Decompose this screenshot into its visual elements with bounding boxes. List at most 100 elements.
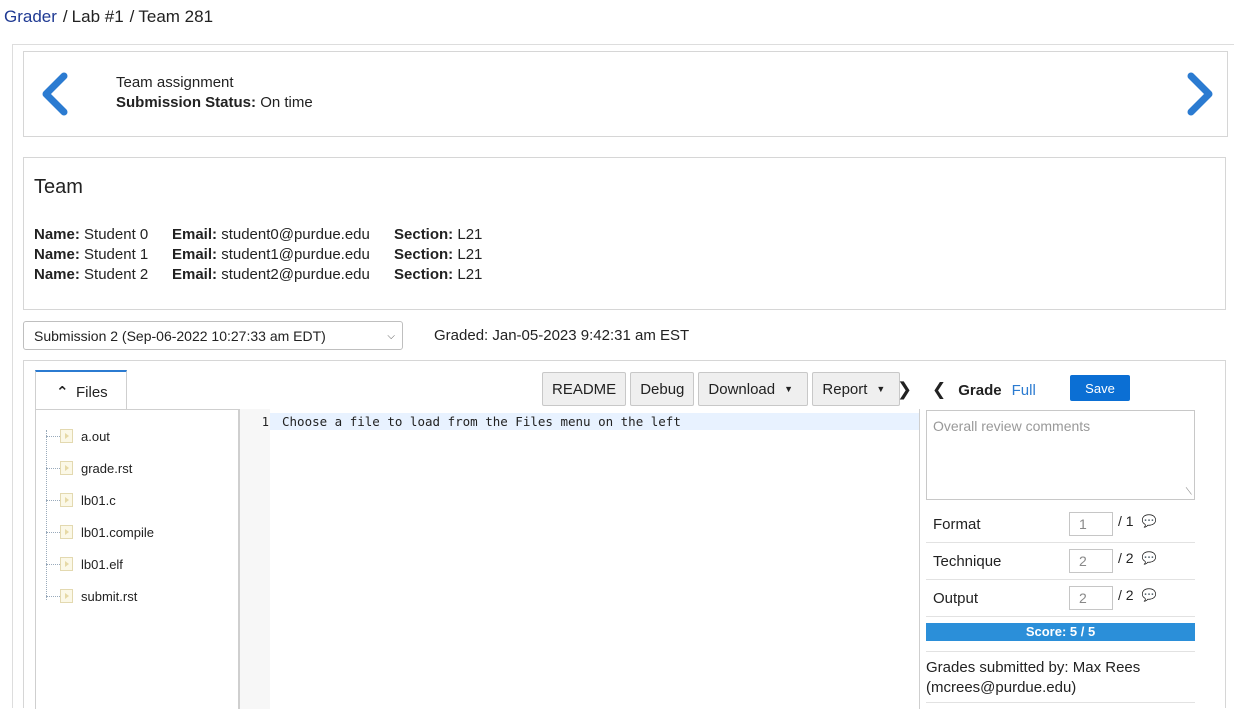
team-title: Team xyxy=(34,176,83,198)
breadcrumb-grader-link[interactable]: Grader xyxy=(4,7,57,26)
breadcrumb-separator: / xyxy=(62,7,68,26)
file-name: lb01.compile xyxy=(81,524,154,540)
member-section: L21 xyxy=(457,246,483,263)
line-number: 1 xyxy=(261,415,269,429)
file-icon xyxy=(60,429,73,443)
grading-workspace: ⌃ Files a.out grade.rst lb01.c lb01.compi… xyxy=(23,360,1226,709)
comment-icon[interactable]: 💬 xyxy=(1142,551,1157,565)
file-icon xyxy=(60,525,73,539)
graded-timestamp: Graded: Jan-05-2023 9:42:31 am EST xyxy=(434,327,690,344)
submission-status: Submission Status: On time xyxy=(116,93,313,113)
criterion-name: Technique xyxy=(933,552,1002,570)
chevron-right-icon xyxy=(1187,72,1213,116)
score-bar: Score: 5 / 5 xyxy=(926,623,1195,641)
section-label: Section: xyxy=(394,226,454,243)
tree-connector xyxy=(46,430,47,600)
team-panel: Team Name: Student 0 Email: student0@pur… xyxy=(23,157,1226,310)
collapse-grade-panel-button[interactable]: ❯ xyxy=(897,379,912,400)
file-icon xyxy=(60,589,73,603)
assignment-type: Team assignment xyxy=(116,74,234,91)
chevron-up-icon: ⌃ xyxy=(56,384,69,401)
status-value: On time xyxy=(260,94,313,111)
file-item[interactable]: lb01.elf xyxy=(46,554,123,574)
member-name: Student 0 xyxy=(84,226,149,243)
comments-placeholder: Overall review comments xyxy=(933,418,1091,434)
criterion-score-input[interactable] xyxy=(1069,512,1113,536)
file-name: lb01.c xyxy=(81,492,116,508)
file-name: a.out xyxy=(81,428,110,444)
comment-icon[interactable]: 💬 xyxy=(1142,514,1157,528)
submission-select[interactable]: Submission 2 (Sep-06-2022 10:27:33 am ED… xyxy=(23,321,403,350)
name-label: Name: xyxy=(34,226,80,243)
grade-header: ❮ Grade Full xyxy=(932,380,1036,400)
file-name: grade.rst xyxy=(81,460,133,476)
file-item[interactable]: a.out xyxy=(46,426,110,446)
file-icon xyxy=(60,461,73,475)
email-label: Email: xyxy=(172,226,218,243)
member-email: student2@purdue.edu xyxy=(221,266,370,283)
submission-nav-panel: Team assignment Submission Status: On ti… xyxy=(23,51,1228,137)
files-tab[interactable]: ⌃ Files xyxy=(35,370,127,410)
chevron-left-icon[interactable]: ❮ xyxy=(932,380,946,400)
email-label: Email: xyxy=(172,246,218,263)
readme-button[interactable]: README xyxy=(542,372,627,406)
criterion-row: Technique / 2 💬 xyxy=(926,543,1195,580)
criterion-score-input[interactable] xyxy=(1069,549,1113,573)
breadcrumb-team: Team 281 xyxy=(138,7,214,26)
member-row: Name: Student 2 Email: student2@purdue.e… xyxy=(34,265,482,285)
criterion-row: Format / 1 💬 xyxy=(926,506,1195,543)
breadcrumb-lab[interactable]: Lab #1 xyxy=(72,7,124,26)
comment-icon[interactable]: 💬 xyxy=(1142,588,1157,602)
submission-select-value: Submission 2 (Sep-06-2022 10:27:33 am ED… xyxy=(34,328,326,344)
criterion-name: Output xyxy=(933,589,979,607)
file-icon xyxy=(60,493,73,507)
chevron-left-icon xyxy=(42,72,68,116)
file-item[interactable]: lb01.c xyxy=(46,490,116,510)
breadcrumb: Grader / Lab #1/Team 281 xyxy=(4,7,213,27)
download-label: Download xyxy=(708,380,776,398)
file-name: submit.rst xyxy=(81,588,138,604)
chevron-right-icon: ❯ xyxy=(897,379,913,399)
save-button[interactable]: Save xyxy=(1070,375,1130,401)
caret-down-icon: ▼ xyxy=(784,384,794,394)
name-label: Name: xyxy=(34,246,80,263)
section-label: Section: xyxy=(394,246,454,263)
team-members: Name: Student 0 Email: student0@purdue.e… xyxy=(34,225,482,285)
report-button[interactable]: Report ▼ xyxy=(812,372,901,406)
criterion-score-input[interactable] xyxy=(1069,586,1113,610)
code-line: Choose a file to load from the Files men… xyxy=(270,413,919,430)
overall-comments-textarea[interactable]: Overall review comments ⃥ xyxy=(926,410,1195,500)
grade-title: Grade xyxy=(958,381,1002,399)
line-gutter xyxy=(240,409,270,709)
file-tree: a.out grade.rst lb01.c lb01.compile lb01… xyxy=(35,409,239,709)
criterion-max: / 1 xyxy=(1118,513,1134,529)
file-item[interactable]: submit.rst xyxy=(46,586,137,606)
criterion-max: / 2 xyxy=(1118,587,1134,603)
file-item[interactable]: grade.rst xyxy=(46,458,132,478)
member-section: L21 xyxy=(457,266,483,283)
file-icon xyxy=(60,557,73,571)
member-email: student0@purdue.edu xyxy=(221,226,370,243)
download-button[interactable]: Download ▼ xyxy=(698,372,809,406)
criterion-name: Format xyxy=(933,515,981,533)
grade-mode-link[interactable]: Full xyxy=(1012,382,1036,399)
member-row: Name: Student 0 Email: student0@purdue.e… xyxy=(34,225,482,245)
caret-down-icon: ▼ xyxy=(876,384,886,394)
file-name: lb01.elf xyxy=(81,556,123,572)
member-email: student1@purdue.edu xyxy=(221,246,370,263)
report-label: Report xyxy=(822,380,868,398)
name-label: Name: xyxy=(34,266,80,283)
chevron-down-icon: ⌵ xyxy=(387,331,395,342)
previous-submission-button[interactable] xyxy=(38,72,74,116)
file-item[interactable]: lb01.compile xyxy=(46,522,154,542)
member-name: Student 2 xyxy=(84,266,149,283)
section-label: Section: xyxy=(394,266,454,283)
code-editor[interactable]: 1 Choose a file to load from the Files m… xyxy=(239,409,920,709)
grades-submitted-by: Grades submitted by: Max Rees (mcrees@pu… xyxy=(926,651,1195,703)
assignment-info: Team assignment Submission Status: On ti… xyxy=(116,73,313,113)
member-name: Student 1 xyxy=(84,246,149,263)
next-submission-button[interactable] xyxy=(1181,72,1217,116)
file-toolbar: README Debug Download ▼ Report ▼ xyxy=(542,372,901,406)
debug-button[interactable]: Debug xyxy=(630,372,695,406)
breadcrumb-separator: / xyxy=(129,7,135,26)
